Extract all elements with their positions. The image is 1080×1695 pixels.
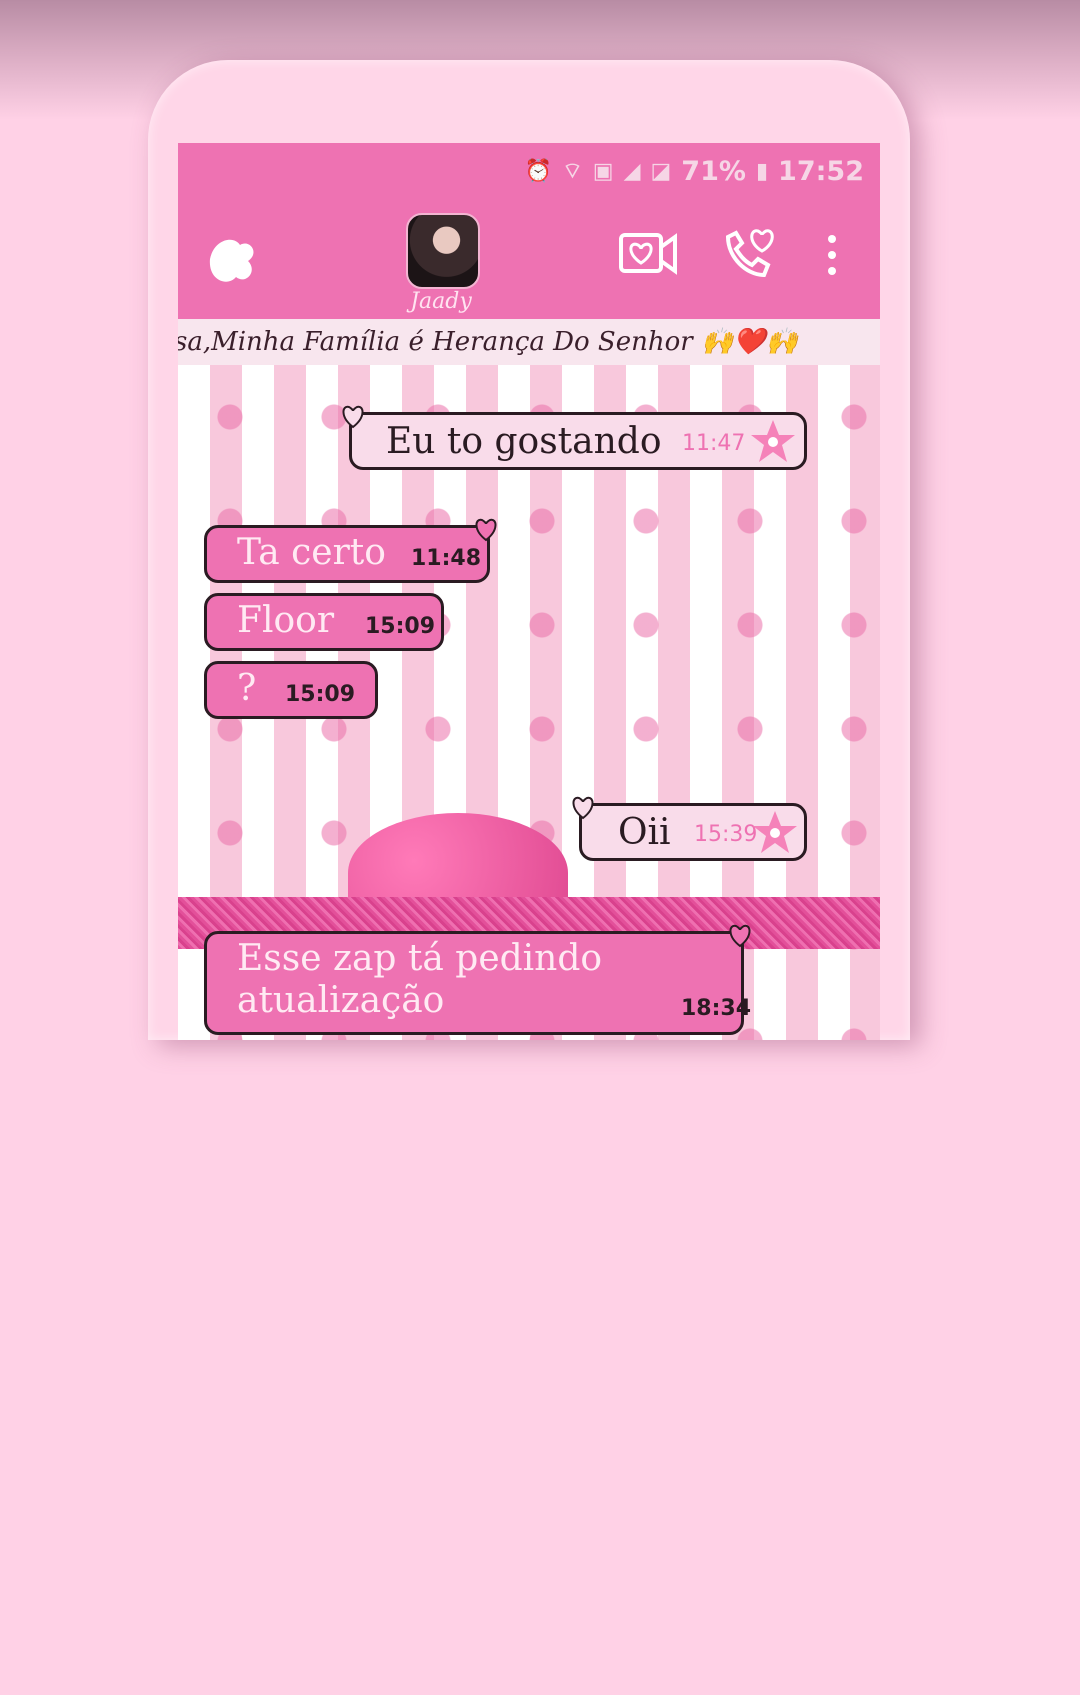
back-heart-icon[interactable] [200, 229, 260, 289]
message-text: Eu to gostando [386, 421, 662, 462]
heart-corner-icon [475, 518, 497, 542]
message-bubble[interactable]: Ta certo 11:48 [204, 518, 497, 583]
message-bubble[interactable]: Eu to gostando 11:47 [342, 405, 807, 470]
message-bubble[interactable]: Oii 15:39 [572, 796, 807, 861]
status-bar: ⏰ ⌔ ▣ ◢ ◪ 71% ▮ 17:52 [178, 143, 880, 199]
heart-corner-icon [729, 924, 751, 948]
message-time: 11:47 [682, 431, 746, 456]
message-text: Floor [237, 600, 335, 641]
message-text: Ta certo [237, 532, 386, 573]
wifi-icon: ⌔ [562, 159, 583, 184]
chat-area[interactable]: Eu to gostando 11:47 Ta certo 11:48 Floo… [178, 365, 880, 1040]
more-vertical-icon[interactable] [822, 231, 842, 281]
chat-screen: ⏰ ⌔ ▣ ◢ ◪ 71% ▮ 17:52 Jaady sa,Minha Fam… [178, 143, 880, 1040]
battery-percent: 71% [681, 155, 746, 187]
contact-status-text: sa,Minha Família é Herança Do Senhor 🙌❤️… [178, 327, 799, 357]
message-time: 15:09 [365, 614, 436, 639]
message-time: 15:09 [285, 682, 356, 707]
battery-icon: ▮ [755, 158, 769, 184]
heart-corner-icon [572, 796, 594, 820]
nfc-icon: ▣ [592, 158, 614, 184]
signal-icon: ◢ [623, 158, 641, 184]
contact-status-marquee: sa,Minha Família é Herança Do Senhor 🙌❤️… [178, 319, 880, 365]
alarm-icon: ⏰ [524, 158, 553, 184]
clock: 17:52 [778, 155, 864, 187]
contact-name[interactable]: Jaady [368, 289, 514, 314]
message-bubble[interactable]: Esse zap tá pedindo atualização 18:34 [204, 924, 751, 1035]
star-read-icon [751, 420, 795, 462]
message-time: 18:34 [681, 996, 752, 1021]
message-bubble[interactable]: Floor 15:09 [204, 593, 444, 651]
heart-corner-icon [342, 405, 364, 429]
phone-call-icon[interactable] [722, 223, 778, 281]
message-time: 15:39 [694, 822, 758, 847]
message-text: Esse zap tá pedindo atualização [237, 938, 603, 1021]
app-bar: Jaady [178, 199, 880, 319]
message-text: ? [237, 668, 257, 709]
video-call-icon[interactable] [618, 229, 678, 279]
message-bubble[interactable]: ? 15:09 [204, 661, 378, 719]
avatar[interactable] [406, 213, 480, 289]
star-read-icon [753, 811, 797, 853]
message-text: Oii [618, 812, 671, 853]
message-time: 11:48 [411, 546, 482, 571]
signal-icon-2: ◪ [650, 158, 672, 184]
